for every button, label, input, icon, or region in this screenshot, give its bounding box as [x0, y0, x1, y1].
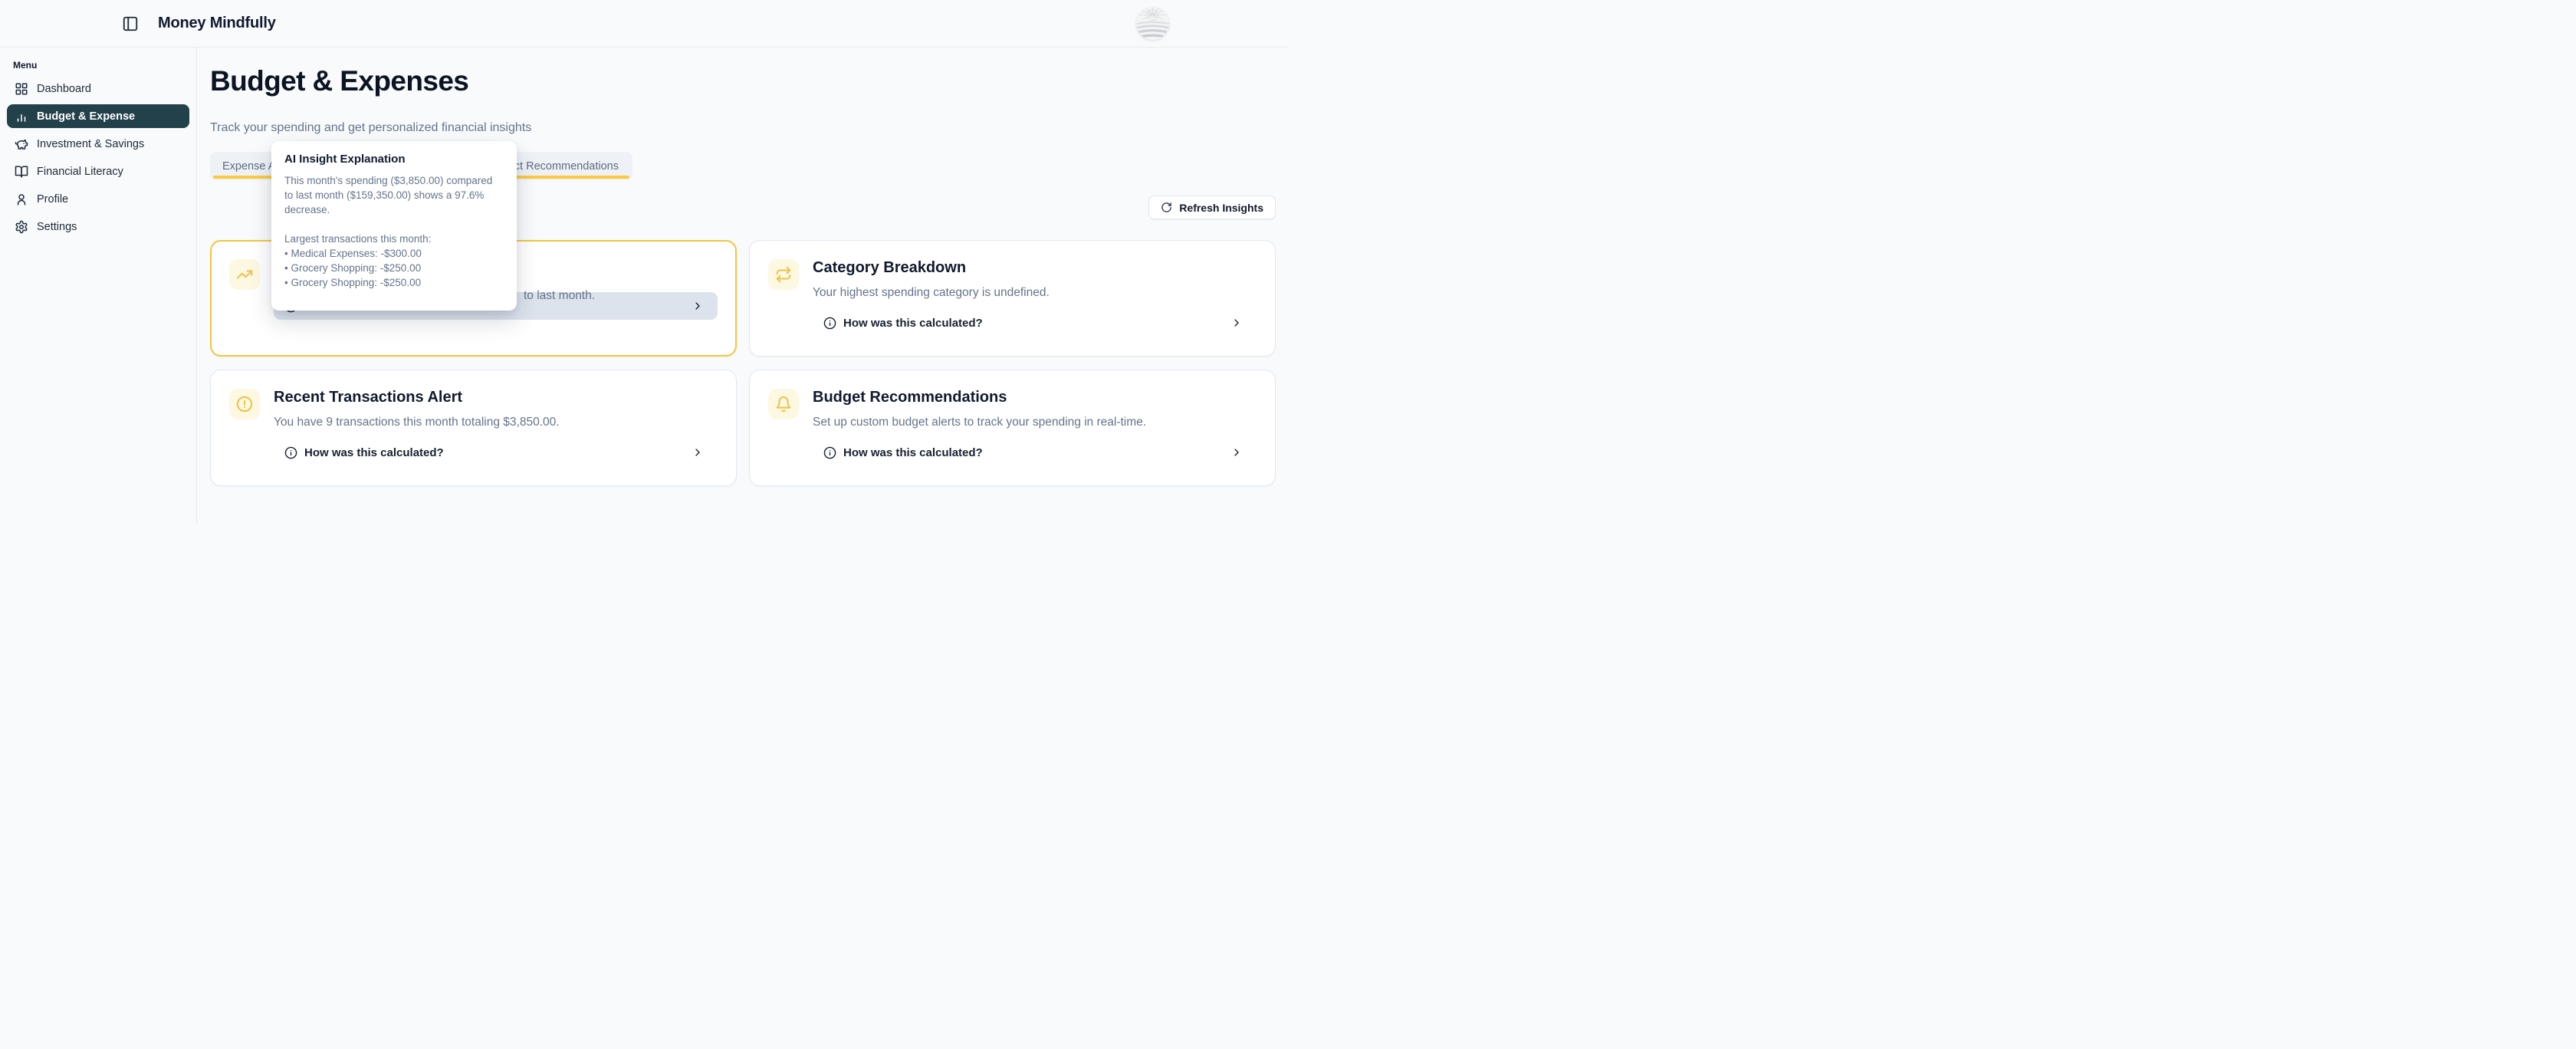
tooltip-title: AI Insight Explanation	[284, 153, 504, 166]
info-icon	[823, 446, 836, 459]
card-title: Budget Recommendations	[813, 390, 1257, 406]
card-message: Set up custom budget alerts to track you…	[813, 415, 1257, 429]
sidebar-item-investment-savings[interactable]: Investment & Savings	[7, 132, 189, 156]
card-category-breakdown: Category Breakdown Your highest spending…	[749, 240, 1276, 357]
app-header: Money Mindfully	[0, 0, 1288, 48]
sidebar-item-dashboard[interactable]: Dashboard	[7, 77, 189, 100]
refresh-insights-button[interactable]: Refresh Insights	[1148, 196, 1276, 219]
card-recent-transactions-alert: Recent Transactions Alert You have 9 tra…	[210, 370, 737, 486]
layout-grid-icon	[15, 82, 28, 96]
chevron-right-icon	[1230, 446, 1243, 459]
sidebar-toggle-button[interactable]	[122, 15, 139, 32]
trending-up-icon	[229, 259, 260, 290]
how-calculated-label: How was this calculated?	[843, 446, 983, 459]
piggy-bank-icon	[15, 137, 28, 151]
tooltip-bullet: • Grocery Shopping: -$250.00	[284, 275, 504, 290]
sidebar-item-label: Budget & Expense	[37, 110, 135, 123]
sidebar-item-label: Dashboard	[37, 83, 91, 95]
card-message-visible-fragment: to last month.	[524, 288, 595, 303]
info-icon	[284, 446, 297, 459]
app-title: Money Mindfully	[158, 15, 276, 32]
sidebar-item-label: Settings	[37, 221, 77, 233]
sidebar-item-settings[interactable]: Settings	[7, 215, 189, 238]
panel-left-icon	[122, 15, 139, 32]
how-calculated-button[interactable]: How was this calculated?	[813, 309, 1257, 337]
how-calculated-button[interactable]: How was this calculated?	[274, 439, 718, 466]
refresh-label: Refresh Insights	[1179, 202, 1263, 214]
chevron-right-icon	[692, 446, 704, 459]
user-icon	[15, 192, 28, 206]
bar-chart-icon	[15, 110, 28, 123]
page-title: Budget & Expenses	[210, 64, 468, 98]
sidebar-item-label: Investment & Savings	[37, 138, 144, 150]
chevron-right-icon	[1230, 317, 1243, 329]
card-title: Recent Transactions Alert	[274, 390, 718, 406]
page-subtitle: Track your spending and get personalized…	[210, 121, 531, 135]
bell-icon	[768, 389, 799, 419]
repeat-icon	[768, 259, 799, 290]
sidebar-item-budget-expense[interactable]: Budget & Expense	[7, 104, 189, 128]
sidebar: Menu Dashboard Budget & Expense	[0, 48, 197, 524]
sidebar-item-label: Profile	[37, 193, 68, 206]
how-calculated-label: How was this calculated?	[304, 446, 444, 459]
card-message: You have 9 transactions this month total…	[274, 415, 718, 429]
how-calculated-label: How was this calculated?	[843, 317, 983, 330]
sidebar-nav: Dashboard Budget & Expense Investment & …	[7, 77, 189, 238]
sidebar-item-profile[interactable]: Profile	[7, 187, 189, 211]
user-avatar[interactable]	[1136, 7, 1169, 40]
card-budget-recommendations: Budget Recommendations Set up custom bud…	[749, 370, 1276, 486]
chevron-right-icon	[692, 300, 704, 312]
tooltip-bullet: • Medical Expenses: -$300.00	[284, 246, 504, 261]
tooltip-list-heading: Largest transactions this month:	[284, 232, 504, 246]
tooltip-paragraph: This month's spending ($3,850.00) compar…	[284, 173, 504, 217]
card-title: Category Breakdown	[813, 260, 1257, 276]
ai-insight-tooltip: AI Insight Explanation This month's spen…	[271, 141, 517, 311]
book-open-icon	[15, 165, 28, 179]
sidebar-item-financial-literacy[interactable]: Financial Literacy	[7, 159, 189, 183]
sidebar-item-label: Financial Literacy	[37, 166, 123, 178]
tooltip-bullet: • Grocery Shopping: -$250.00	[284, 261, 504, 275]
info-icon	[823, 317, 836, 330]
card-message: Your highest spending category is undefi…	[813, 285, 1257, 300]
sidebar-section-label: Menu	[13, 60, 189, 71]
how-calculated-button[interactable]: How was this calculated?	[813, 439, 1257, 466]
gear-icon	[15, 220, 28, 234]
refresh-icon	[1161, 202, 1172, 213]
alert-circle-icon	[229, 389, 260, 419]
